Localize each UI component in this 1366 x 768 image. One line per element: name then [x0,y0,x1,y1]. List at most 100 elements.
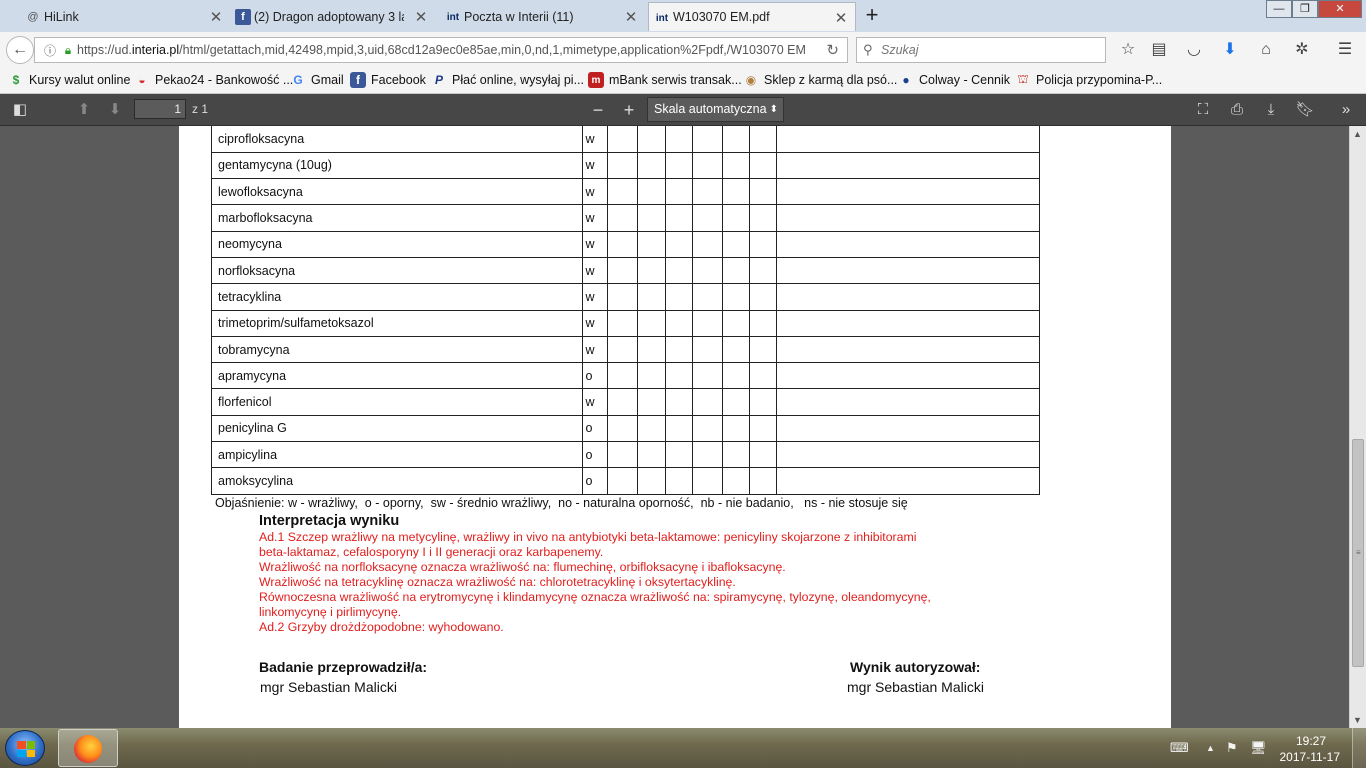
maximize-button[interactable]: ❐ [1292,0,1318,18]
next-page-icon[interactable]: ⬇ [103,99,127,121]
pdf-toolbar: ◧ ⬆ ⬇ 1 z 1 − + Skala automatyczna ⬍ ⛶ ⎙… [0,94,1366,126]
scroll-up-icon[interactable]: ▲ [1353,129,1362,139]
library-icon[interactable]: ▤ [1148,40,1170,62]
taskbar-firefox-button[interactable] [58,729,118,767]
bookmark-pekao24[interactable]: ◒ Pekao24 - Bankowość ... [134,72,293,88]
tab-close-icon[interactable]: ✕ [208,8,224,26]
empty-cell [748,178,777,206]
clock-date[interactable]: 2017-11-17 [1280,750,1341,764]
empty-cell [637,467,666,495]
pdf-page: ciprofloksacyna w gentamycyna (10ug) w lewof… [179,126,1171,728]
table-row: tetracyklina w [210,283,1041,311]
star-bookmark-icon[interactable]: ☆ [1117,40,1139,62]
table-row: gentamycyna (10ug) w [210,151,1041,180]
action-center-icon[interactable]: ⚑ [1226,740,1238,756]
bookmark-facebook[interactable]: f Facebook [350,72,426,88]
search-icon: ⚲ [863,42,873,57]
zoom-out-button[interactable]: − [586,99,610,121]
empty-cell [721,335,750,364]
empty-cell [607,467,639,495]
page-number-input[interactable]: 1 [134,99,186,119]
previous-page-icon[interactable]: ⬆ [72,99,96,121]
tab-facebook[interactable]: f (2) Dragon adoptowany 3 lat ✕ [230,2,435,31]
tab-hilink[interactable]: @ HiLink ✕ [20,2,230,31]
network-icon[interactable]: 🖥︎ [1250,740,1267,756]
scrollbar-thumb[interactable]: ≡ [1352,439,1364,667]
tab-close-icon[interactable]: ✕ [413,8,429,26]
menu-icon[interactable]: ☰ [1334,40,1356,62]
back-button[interactable]: ← [6,36,34,64]
download-icon[interactable]: ⬇ [1219,40,1241,62]
keyboard-icon[interactable]: ⌨ [1170,740,1189,756]
empty-cell [637,256,666,285]
antibiotic-name: ampicylina [210,441,584,469]
minimize-button[interactable]: — [1266,0,1292,18]
empty-cell [664,126,693,153]
antibiotic-name: trimetoprim/sulfametoksazol [210,309,584,337]
show-hidden-icons[interactable]: ▲ [1206,743,1215,753]
pocket-icon[interactable]: ◡ [1183,40,1205,62]
firefox-icon [74,735,102,763]
empty-cell [748,151,777,180]
search-input[interactable] [881,43,1091,57]
bookmark-mbank[interactable]: m mBank serwis transak... [588,72,742,88]
new-tab-button[interactable]: + [860,4,884,28]
antibiotic-name: norfloksacyna [210,256,584,285]
interpretation-line: Ad.1 Szczep wrażliwy na metycylinę, wraż… [259,530,917,544]
tools-menu-icon[interactable]: » [1334,99,1358,121]
sidebar-toggle-icon[interactable]: ◧ [8,99,32,121]
extension-icon[interactable]: ✲ [1291,40,1313,62]
bookmark-paypal[interactable]: P Płać online, wysyłaj pi... [431,72,584,88]
home-icon[interactable]: ⌂ [1255,40,1277,62]
table-row: amoksycylina o [210,467,1041,495]
search-bar[interactable]: ⚲ [856,37,1106,63]
bookmark-gmail[interactable]: G Gmail [290,72,343,88]
empty-cell [775,151,1041,180]
url-bar[interactable]: ⓘ 🔒︎ https://ud.interia.pl/html/getattac… [34,37,848,63]
empty-cell [664,414,693,443]
tab-close-icon[interactable]: ✕ [833,9,849,27]
empty-cell [691,178,723,206]
empty-cell [775,362,1041,390]
bookmark-policja[interactable]: ⛫ Policja przypomina-P... [1015,72,1162,88]
reload-icon[interactable]: ↻ [826,41,839,59]
empty-cell [637,441,666,469]
empty-cell [691,362,723,390]
empty-cell [748,230,777,258]
empty-cell [607,362,639,390]
interpretation-line: beta-laktamaz, cefalosporyny I i II gene… [259,545,604,559]
show-desktop-button[interactable] [1352,728,1366,768]
close-window-button[interactable]: ✕ [1318,0,1362,18]
scroll-down-icon[interactable]: ▼ [1353,715,1362,725]
bookmark-icon[interactable]: 🔖︎ [1293,99,1317,121]
bookmark-colway[interactable]: ● Colway - Cennik [898,72,1010,88]
antibiotic-result: w [582,230,609,258]
empty-cell [607,388,639,416]
tab-pdf[interactable]: int W103070 EM.pdf ✕ [648,2,856,31]
antibiotic-result: o [582,362,609,390]
empty-cell [637,414,666,443]
lock-icon[interactable]: 🔒︎ [59,43,77,58]
info-icon[interactable]: ⓘ [41,42,59,59]
antibiotic-result: w [582,283,609,311]
empty-cell [748,441,777,469]
bookmark-sklep[interactable]: ◉ Sklep z karmą dla psó... [743,72,898,88]
vertical-scrollbar[interactable]: ▲ ≡ ▼ [1349,126,1366,728]
google-icon: G [293,73,303,87]
start-button[interactable] [5,730,45,766]
save-icon[interactable]: ⤓ [1259,99,1283,121]
scale-select[interactable]: Skala automatyczna ⬍ [647,97,784,122]
tab-poczta[interactable]: int Poczta w Interii (11) ✕ [440,2,645,31]
empty-cell [775,414,1041,443]
zoom-in-button[interactable]: + [617,99,641,121]
clock-time[interactable]: 19:27 [1296,734,1326,748]
pdf-viewer[interactable]: ciprofloksacyna w gentamycyna (10ug) w lewof… [0,126,1366,728]
tab-close-icon[interactable]: ✕ [623,8,639,26]
colway-icon: ● [902,73,910,87]
bookmark-kursy-walut[interactable]: $ Kursy walut online [8,72,131,88]
print-icon[interactable]: ⎙ [1225,99,1249,121]
arrow-left-icon: ← [12,41,28,58]
fullscreen-icon[interactable]: ⛶ [1191,99,1215,121]
antibiotic-name: tobramycyna [210,335,584,364]
url-text[interactable]: https://ud.interia.pl/html/getattach,mid… [77,43,807,57]
